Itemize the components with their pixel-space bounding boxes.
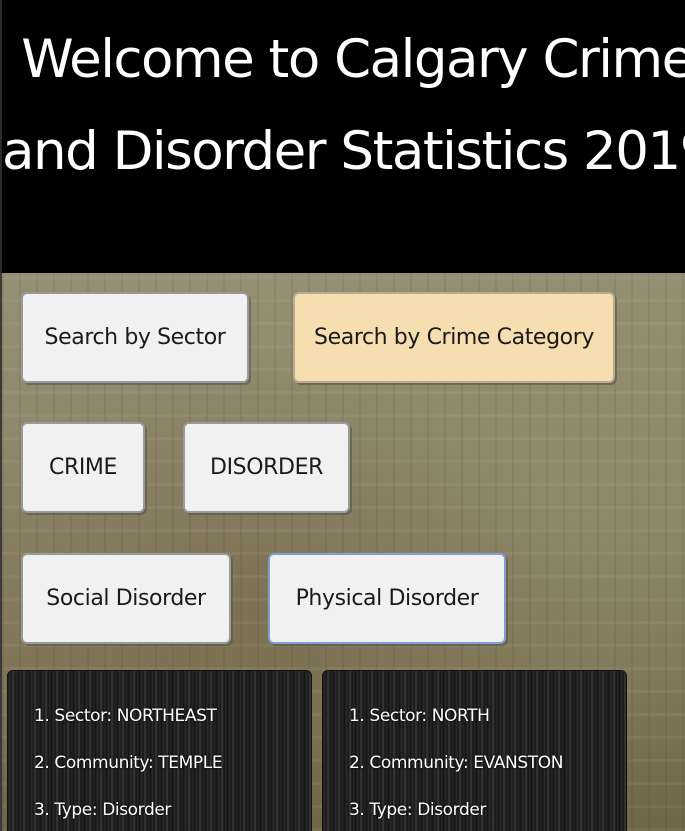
- result-details-list: 1. Sector: NORTH 2. Community: EVANSTON …: [323, 671, 626, 820]
- disorder-button[interactable]: DISORDER: [183, 422, 350, 513]
- result-details-list: 1. Sector: NORTHEAST 2. Community: TEMPL…: [8, 671, 311, 820]
- result-type: 3. Type: Disorder: [349, 800, 487, 820]
- result-sector: 1. Sector: NORTH: [349, 706, 490, 726]
- header-banner: Welcome to Calgary Crime and Disorder St…: [0, 0, 685, 273]
- page: Welcome to Calgary Crime and Disorder St…: [0, 0, 685, 831]
- search-by-sector-button[interactable]: Search by Sector: [21, 292, 249, 383]
- result-community: 2. Community: TEMPLE: [34, 753, 223, 773]
- result-type: 3. Type: Disorder: [34, 800, 172, 820]
- result-card: 1. Sector: NORTH 2. Community: EVANSTON …: [323, 671, 626, 831]
- social-disorder-button[interactable]: Social Disorder: [21, 553, 231, 644]
- page-title: Welcome to Calgary Crime and Disorder St…: [2, 29, 685, 182]
- result-community: 2. Community: EVANSTON: [349, 753, 564, 773]
- search-by-crime-category-button[interactable]: Search by Crime Category: [293, 292, 615, 383]
- crime-button[interactable]: CRIME: [21, 422, 145, 513]
- physical-disorder-button[interactable]: Physical Disorder: [268, 553, 506, 644]
- result-sector: 1. Sector: NORTHEAST: [34, 706, 217, 726]
- result-card: 1. Sector: NORTHEAST 2. Community: TEMPL…: [8, 671, 311, 831]
